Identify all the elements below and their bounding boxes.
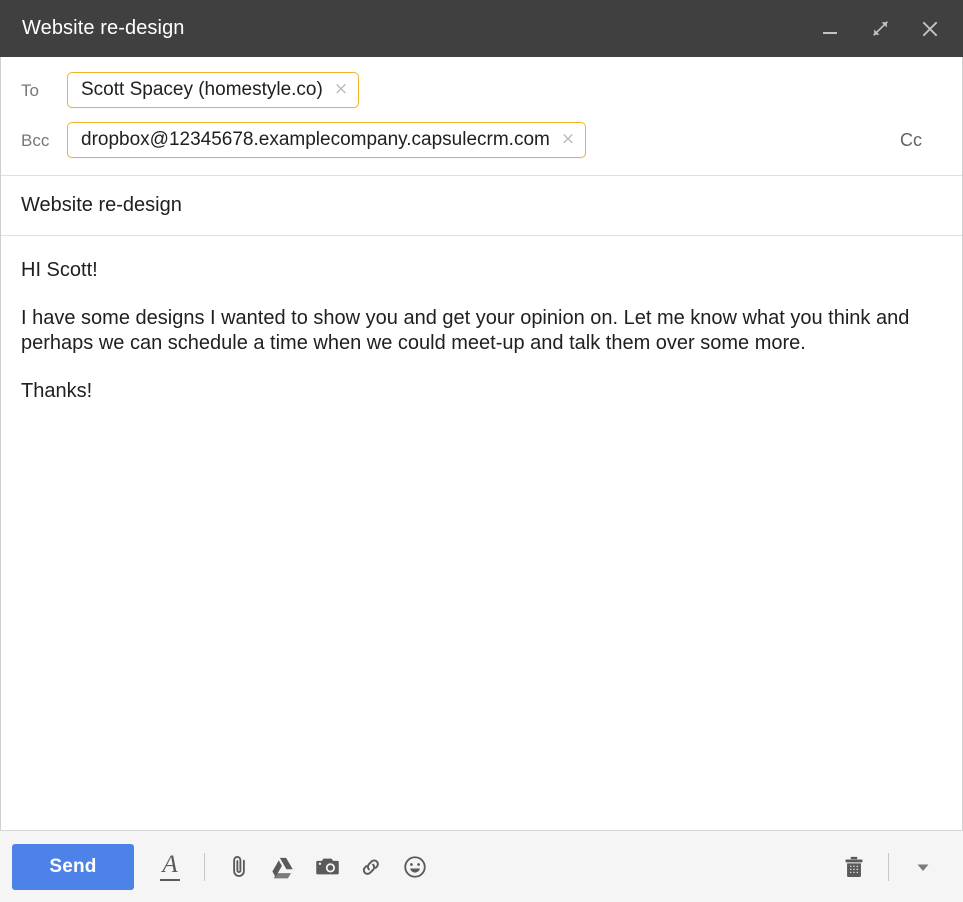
- compose-title: Website re-design: [22, 17, 185, 39]
- discard-draft-button[interactable]: [832, 845, 876, 889]
- compose-window: Website re-design To Scott Spacey (homes…: [0, 0, 963, 902]
- cc-link[interactable]: Cc: [894, 126, 928, 155]
- message-body[interactable]: HI Scott! I have some designs I wanted t…: [1, 236, 962, 830]
- body-paragraph: HI Scott!: [21, 259, 98, 281]
- bcc-row: Bcc dropbox@12345678.examplecompany.caps…: [1, 121, 962, 159]
- minimize-button[interactable]: [815, 14, 845, 44]
- emoji-icon: [404, 855, 426, 878]
- paperclip-icon: [233, 855, 245, 877]
- bcc-recipient-chip[interactable]: dropbox@12345678.examplecompany.capsulec…: [67, 121, 587, 159]
- trash-icon: [845, 856, 863, 877]
- remove-to-recipient-icon[interactable]: ×: [334, 81, 348, 98]
- subject-row[interactable]: Website re-design: [1, 176, 962, 236]
- to-label: To: [21, 80, 39, 100]
- insert-photo-button[interactable]: [305, 845, 349, 889]
- subject-input[interactable]: Website re-design: [21, 193, 942, 217]
- camera-icon: [315, 858, 339, 875]
- body-paragraph: Thanks!: [21, 379, 93, 402]
- attach-file-button[interactable]: [217, 845, 261, 889]
- window-controls: [815, 14, 945, 44]
- to-recipient-chip[interactable]: Scott Spacey (homestyle.co) ×: [67, 71, 360, 109]
- link-icon: [362, 858, 379, 875]
- google-drive-icon: [272, 857, 293, 878]
- insert-emoji-button[interactable]: [393, 845, 437, 889]
- format-text-icon: A: [160, 852, 180, 881]
- remove-bcc-recipient-icon[interactable]: ×: [561, 131, 575, 148]
- to-row: To Scott Spacey (homestyle.co) ×: [1, 71, 962, 109]
- insert-link-button[interactable]: [349, 845, 393, 889]
- body-paragraph: I have some designs I wanted to show you…: [21, 306, 910, 355]
- bcc-recipient-address: dropbox@12345678.examplecompany.capsulec…: [81, 128, 550, 150]
- send-button[interactable]: Send: [12, 843, 134, 890]
- formatting-options-button[interactable]: A: [148, 845, 192, 889]
- chevron-down-icon: [917, 864, 929, 871]
- to-recipient-name: Scott Spacey (homestyle.co): [81, 78, 323, 100]
- close-button[interactable]: [915, 14, 945, 44]
- toolbar-divider: [204, 852, 205, 881]
- recipients-section: To Scott Spacey (homestyle.co) × Bcc dro…: [1, 57, 962, 176]
- compose-toolbar: Send A: [0, 830, 963, 902]
- expand-button[interactable]: [865, 14, 895, 44]
- toolbar-divider-right: [888, 852, 889, 881]
- more-options-button[interactable]: [901, 845, 945, 889]
- bcc-label: Bcc: [21, 130, 50, 150]
- compose-title-bar: Website re-design: [0, 0, 963, 57]
- insert-drive-button[interactable]: [261, 845, 305, 889]
